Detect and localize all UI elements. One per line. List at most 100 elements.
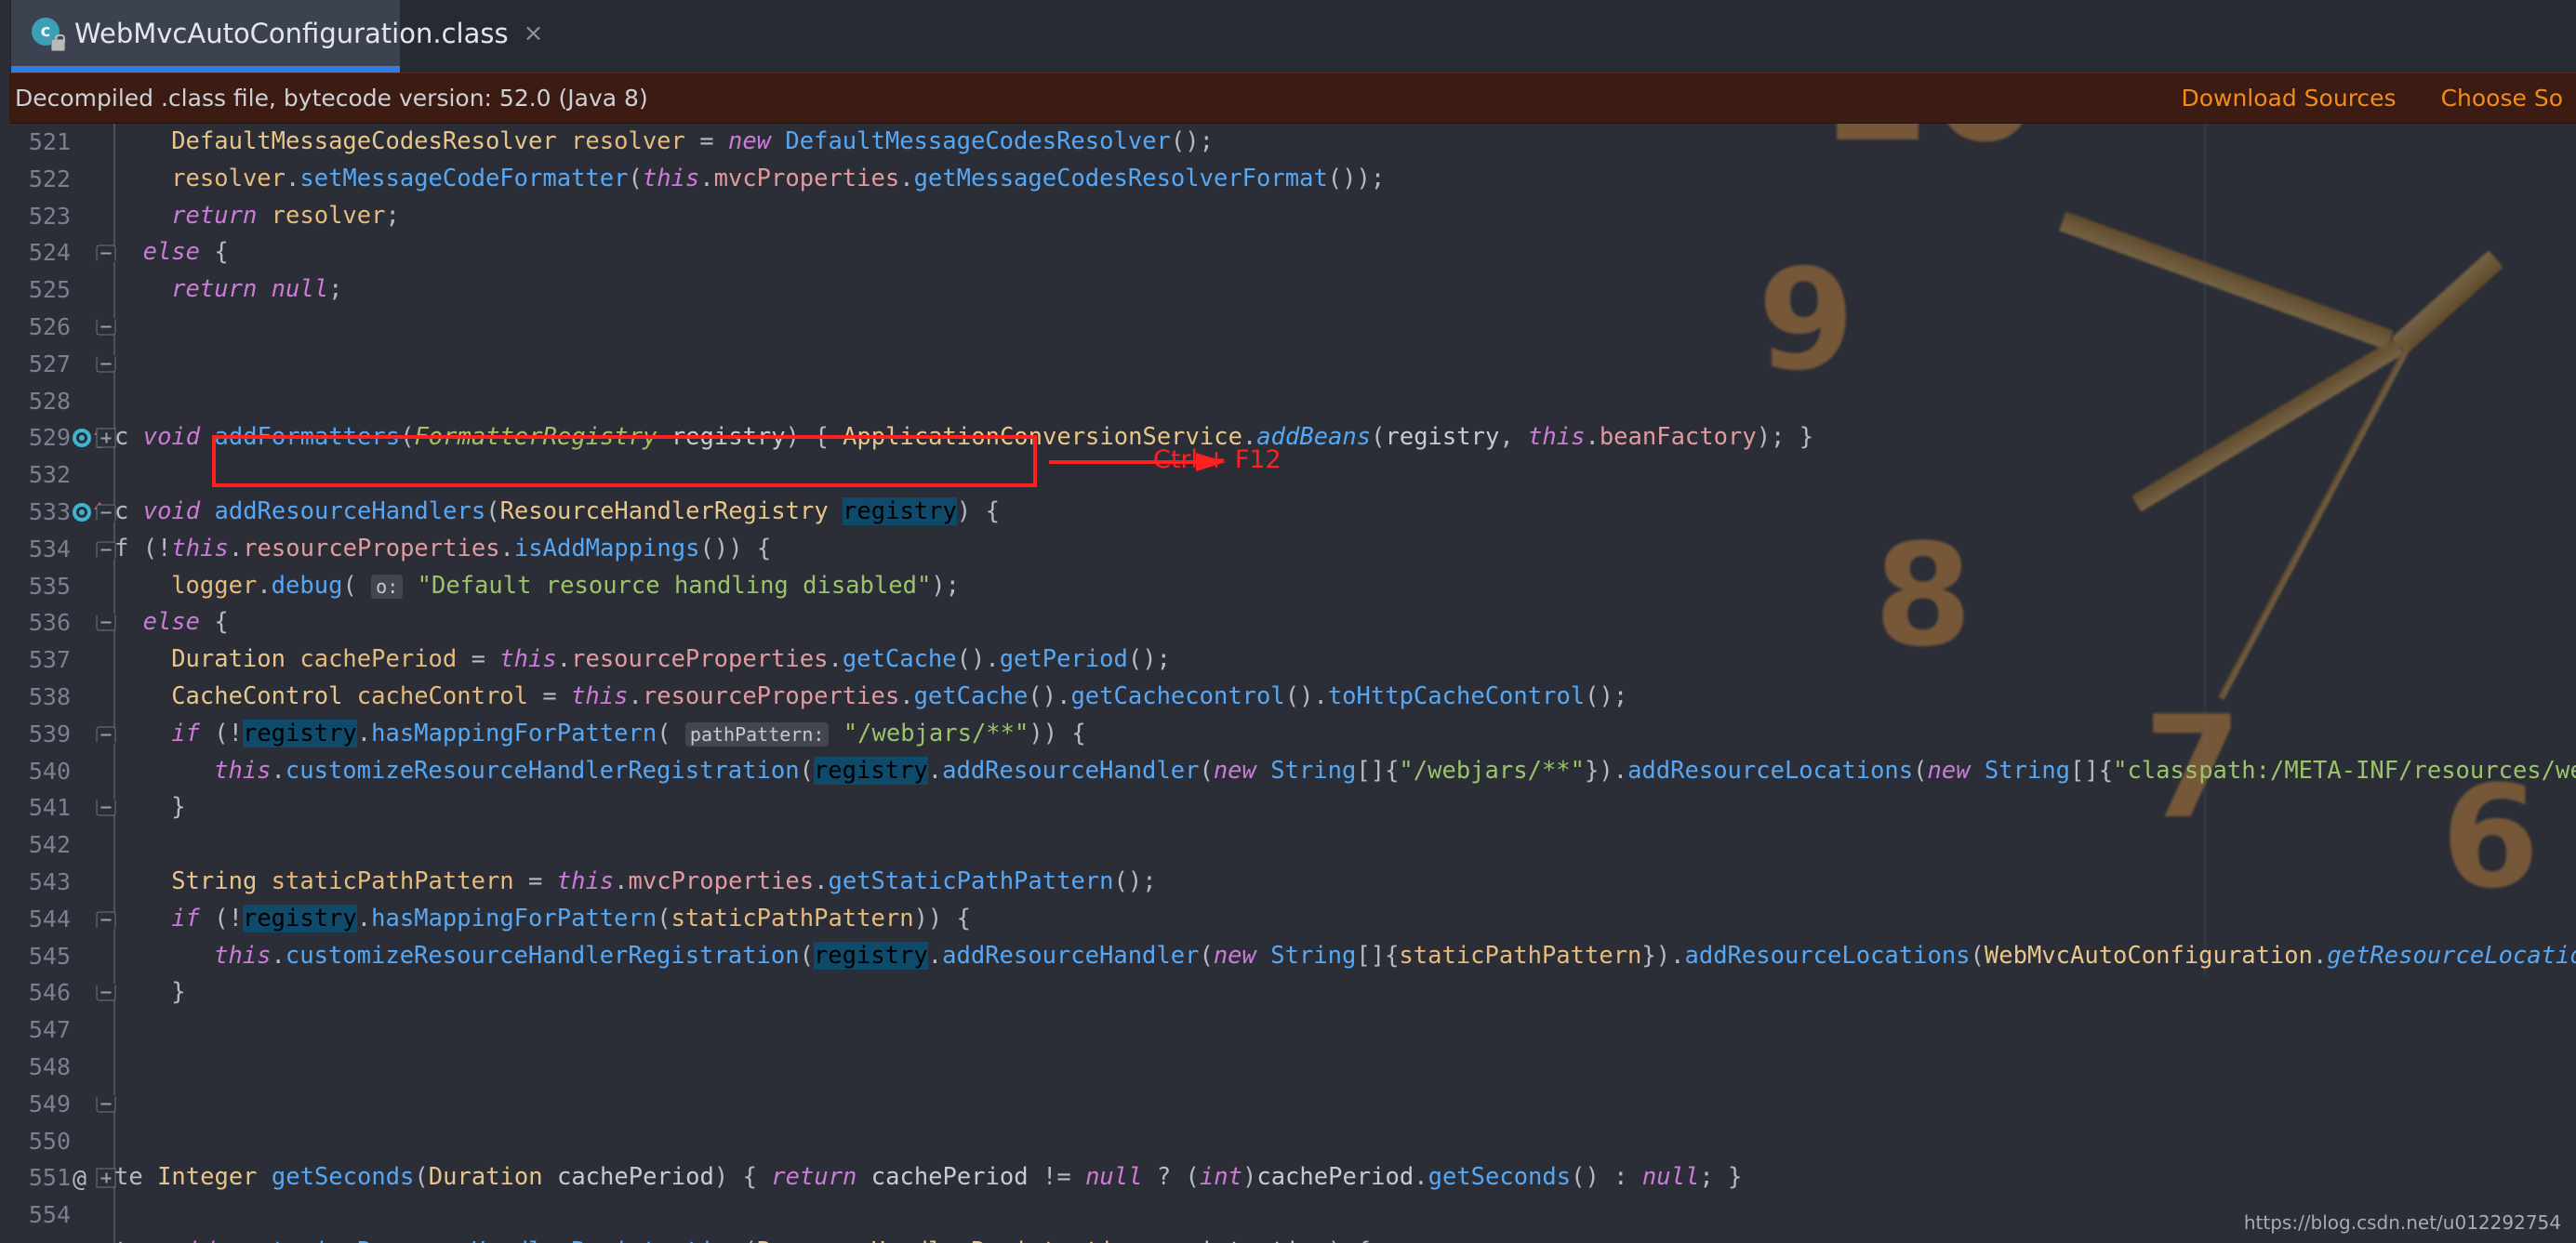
code-line[interactable]: 541}	[0, 789, 2576, 826]
line-number: 541	[0, 789, 71, 826]
fold-toggle-icon[interactable]	[97, 615, 116, 631]
line-number: 542	[0, 826, 71, 864]
code-line[interactable]: 527	[0, 346, 2576, 383]
fold-toggle-icon[interactable]	[97, 985, 116, 1001]
code-token: =	[528, 682, 571, 710]
code-line[interactable]: 544if (!registry.hasMappingForPattern(st…	[0, 901, 2576, 938]
annotation-at-icon[interactable]: @	[73, 1165, 86, 1192]
code-text: te void customizeResourceHandlerRegistra…	[114, 1234, 1371, 1243]
fold-toggle-icon[interactable]	[97, 429, 116, 448]
code-token: resourceProperties	[571, 645, 828, 673]
code-line[interactable]: 550	[0, 1123, 2576, 1160]
code-line[interactable]: 537Duration cachePeriod = this.resourceP…	[0, 641, 2576, 679]
code-line[interactable]: 525return null;	[0, 271, 2576, 309]
code-text: resolver.setMessageCodeFormatter(this.mv…	[171, 161, 1385, 198]
code-line[interactable]: 524else {	[0, 234, 2576, 271]
fold-toggle-icon[interactable]	[97, 245, 116, 261]
code-line[interactable]: 528	[0, 383, 2576, 420]
code-token: .	[357, 905, 371, 932]
code-line[interactable]: 536else {	[0, 604, 2576, 641]
code-line[interactable]: 538CacheControl cacheControl = this.reso…	[0, 679, 2576, 716]
code-token: .	[257, 572, 271, 600]
code-line[interactable]: 522resolver.setMessageCodeFormatter(this…	[0, 161, 2576, 198]
fold-toggle-icon[interactable]	[97, 911, 116, 927]
code-token: ();	[1585, 682, 1627, 710]
code-token: registry	[243, 720, 357, 747]
code-token: ? (	[1143, 1163, 1200, 1191]
tab-webmvcautoconfiguration[interactable]: c WebMvcAutoConfiguration.class ×	[11, 0, 400, 73]
code-line[interactable]: 526	[0, 309, 2576, 346]
fold-toggle-icon[interactable]	[97, 356, 116, 372]
fold-toggle-icon[interactable]	[97, 1169, 116, 1188]
code-text: DefaultMessageCodesResolver resolver = n…	[171, 124, 1214, 161]
code-token: .	[699, 165, 713, 192]
code-line[interactable]: 539if (!registry.hasMappingForPattern( p…	[0, 716, 2576, 753]
fold-toggle-icon[interactable]	[97, 800, 116, 816]
code-line[interactable]: 547	[0, 1012, 2576, 1049]
code-token: (!	[200, 905, 243, 932]
code-token: registry	[1385, 423, 1499, 451]
code-token: toHttpCacheControl	[1328, 682, 1585, 710]
code-line[interactable]: 533c void addResourceHandlers(ResourceHa…	[0, 494, 2576, 531]
code-token: void	[143, 423, 200, 451]
code-lines: 521DefaultMessageCodesResolver resolver …	[0, 124, 2576, 1243]
close-icon[interactable]: ×	[524, 20, 544, 47]
code-token: {	[200, 608, 229, 636]
code-line[interactable]: 548	[0, 1049, 2576, 1086]
code-token: addFormatters	[215, 423, 401, 451]
editor-tab-bar[interactable]: c WebMvcAutoConfiguration.class ×	[0, 0, 2576, 73]
line-number: 549	[0, 1086, 71, 1123]
code-token: DefaultMessageCodesResolver	[785, 127, 1171, 155]
code-token: }	[171, 793, 185, 821]
code-token: this	[171, 535, 228, 562]
code-token: hasMappingForPattern	[371, 905, 657, 932]
code-token: resourceProperties	[243, 535, 499, 562]
code-token	[214, 1237, 228, 1243]
code-token: ;	[328, 275, 342, 303]
code-token: .	[557, 645, 571, 673]
code-token	[557, 127, 571, 155]
code-line[interactable]: 545this.customizeResourceHandlerRegistra…	[0, 938, 2576, 975]
fold-toggle-icon[interactable]	[97, 504, 116, 520]
code-line[interactable]: 546}	[0, 974, 2576, 1012]
run-method-icon[interactable]	[73, 503, 91, 522]
code-line[interactable]: 529c void addFormatters(FormatterRegistr…	[0, 419, 2576, 456]
code-line[interactable]: 555te void customizeResourceHandlerRegis…	[0, 1234, 2576, 1243]
run-method-icon[interactable]	[73, 429, 91, 447]
code-line[interactable]: 532	[0, 456, 2576, 494]
line-number: 546	[0, 974, 71, 1012]
code-token: pathPattern:	[685, 722, 830, 747]
code-token: .	[928, 757, 942, 785]
code-line[interactable]: 535logger.debug( o: "Default resource ha…	[0, 568, 2576, 605]
line-number: 538	[0, 679, 71, 716]
code-line[interactable]: 551@te Integer getSeconds(Duration cache…	[0, 1159, 2576, 1197]
code-line[interactable]: 534f (!this.resourceProperties.isAddMapp…	[0, 531, 2576, 568]
code-text: }	[171, 789, 185, 826]
code-line[interactable]: 543String staticPathPattern = this.mvcPr…	[0, 864, 2576, 901]
code-line[interactable]: 540this.customizeResourceHandlerRegistra…	[0, 753, 2576, 790]
code-token: getCache	[843, 645, 957, 673]
code-line[interactable]: 523return resolver;	[0, 198, 2576, 235]
code-token: "classpath:/META-INF/resources/webja	[2113, 757, 2576, 785]
code-token: null	[272, 275, 328, 303]
code-editor[interactable]: 521DefaultMessageCodesResolver resolver …	[0, 124, 2576, 1243]
fold-toggle-icon[interactable]	[97, 726, 116, 742]
code-token: String	[1985, 757, 2070, 785]
code-token: "/webjars/**"	[843, 720, 1029, 747]
code-token	[257, 202, 271, 230]
code-line[interactable]: 554	[0, 1197, 2576, 1234]
code-token: registry	[843, 497, 957, 525]
fold-toggle-icon[interactable]	[97, 1096, 116, 1112]
line-number: 550	[0, 1123, 71, 1160]
code-token: getResourceLocations	[2327, 942, 2576, 970]
choose-sources-link[interactable]: Choose So	[2441, 85, 2563, 112]
fold-toggle-icon[interactable]	[97, 319, 116, 335]
code-text: String staticPathPattern = this.mvcPrope…	[171, 864, 1156, 901]
code-line[interactable]: 549	[0, 1086, 2576, 1123]
download-sources-link[interactable]: Download Sources	[2181, 85, 2396, 112]
code-line[interactable]: 542	[0, 826, 2576, 864]
fold-toggle-icon[interactable]	[97, 541, 116, 557]
line-number: 536	[0, 604, 71, 641]
code-text: else {	[143, 234, 229, 271]
code-line[interactable]: 521DefaultMessageCodesResolver resolver …	[0, 124, 2576, 161]
